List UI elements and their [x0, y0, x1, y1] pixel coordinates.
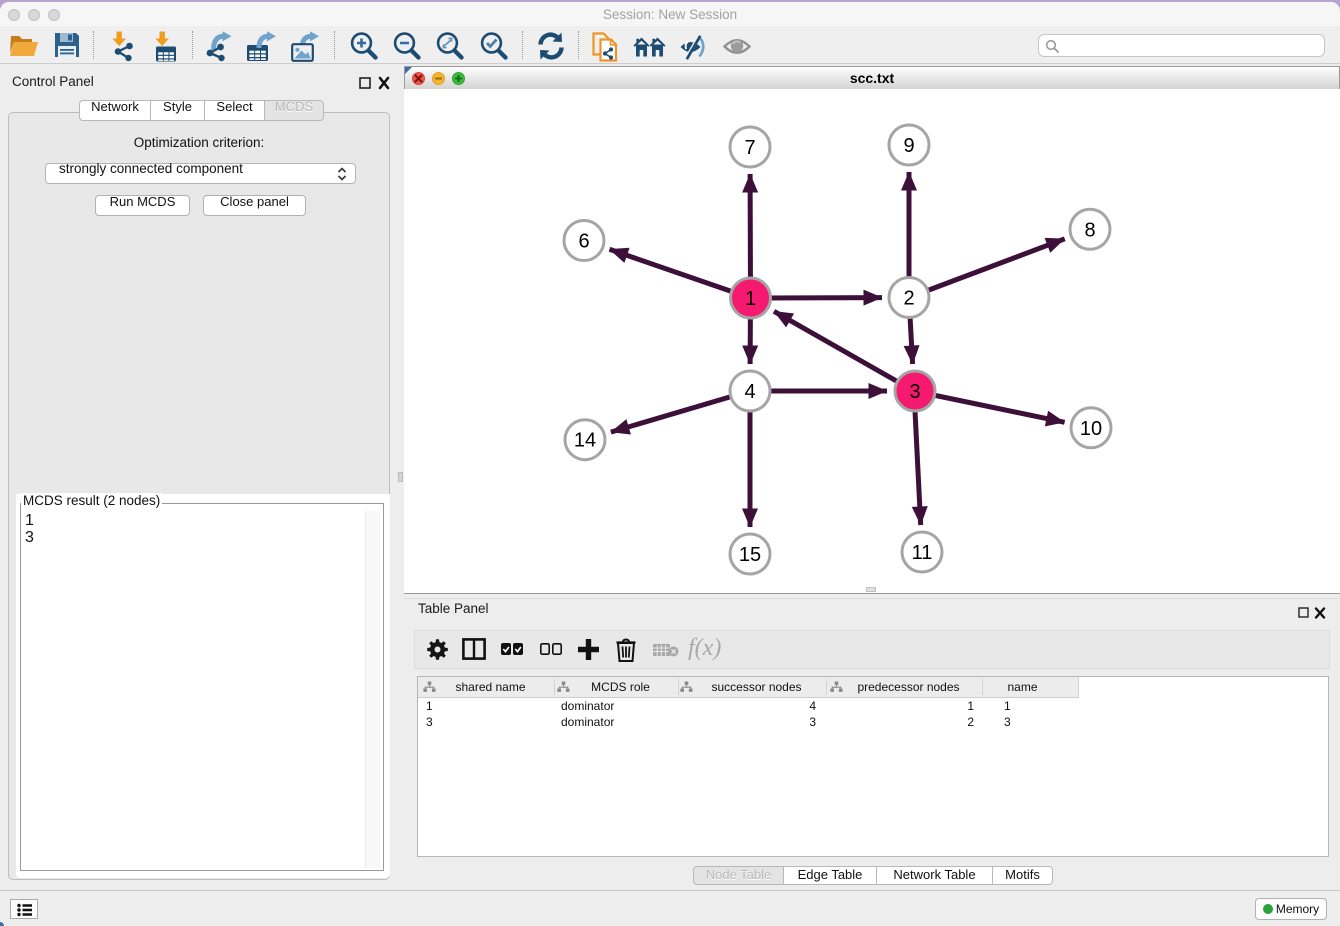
svg-text:8: 8 — [1084, 219, 1095, 241]
svg-text:11: 11 — [912, 542, 933, 564]
svg-text:9: 9 — [903, 135, 914, 157]
svg-text:3: 3 — [909, 381, 920, 403]
svg-text:4: 4 — [744, 381, 755, 403]
svg-text:15: 15 — [739, 544, 761, 566]
svg-text:10: 10 — [1080, 418, 1102, 440]
svg-text:14: 14 — [574, 430, 596, 452]
svg-text:6: 6 — [578, 231, 589, 253]
svg-text:7: 7 — [744, 137, 755, 159]
svg-text:1: 1 — [745, 288, 756, 310]
svg-text:2: 2 — [903, 288, 914, 310]
